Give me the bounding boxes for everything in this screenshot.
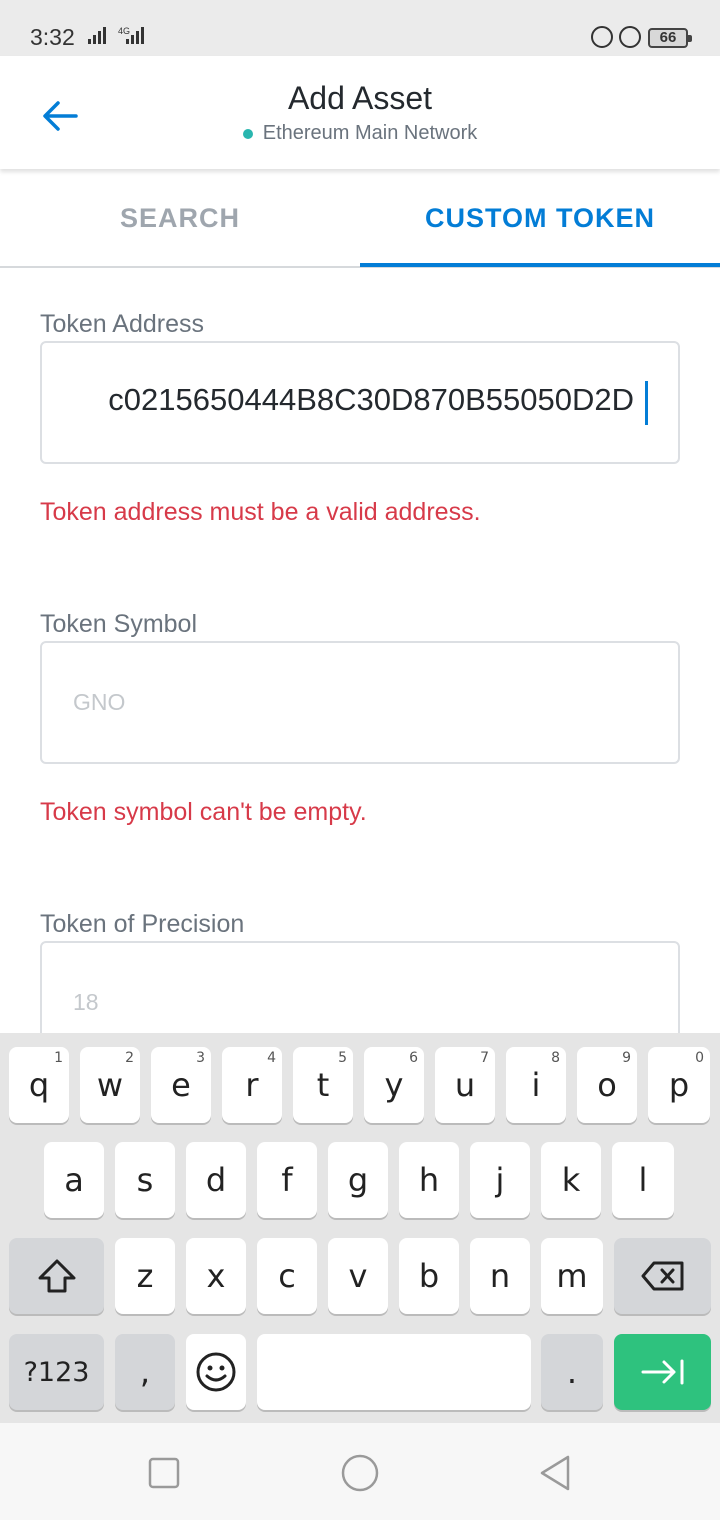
key-p[interactable]: p0: [648, 1047, 710, 1123]
key-v[interactable]: v: [328, 1238, 388, 1314]
key-s[interactable]: s: [115, 1142, 175, 1218]
tab-bar: SEARCH CUSTOM TOKEN: [0, 169, 720, 268]
lock-rotation-icon: [591, 26, 613, 48]
key-hint: 0: [695, 1050, 704, 1066]
battery-icon: 66: [648, 28, 692, 48]
network-indicator: Ethereum Main Network: [0, 122, 720, 145]
token-address-field[interactable]: c0215650444B8C30D870B55050D2D: [40, 341, 680, 464]
tab-search[interactable]: SEARCH: [0, 169, 360, 268]
key-label: t: [316, 1066, 330, 1104]
token-precision-label: Token of Precision: [40, 910, 245, 938]
network-status-dot: [242, 128, 253, 139]
key-o[interactable]: o9: [577, 1047, 637, 1123]
status-bar: 3:32 4G 66: [0, 0, 720, 56]
key-x[interactable]: x: [186, 1238, 246, 1314]
key-b[interactable]: b: [399, 1238, 459, 1314]
key-label: u: [454, 1066, 476, 1104]
key-k[interactable]: k: [541, 1142, 601, 1218]
emoji-key[interactable]: [186, 1334, 246, 1410]
key-label: p: [668, 1066, 690, 1104]
key-label: o: [597, 1066, 617, 1104]
key-hint: 2: [125, 1050, 134, 1066]
triangle-back-icon: [540, 1455, 570, 1491]
key-t[interactable]: t5: [293, 1047, 353, 1123]
key-y[interactable]: y6: [364, 1047, 424, 1123]
key-label: r: [245, 1066, 259, 1104]
shift-key[interactable]: [9, 1238, 104, 1314]
token-precision-placeholder: 18: [73, 989, 99, 1015]
key-hint: 9: [622, 1050, 631, 1066]
key-label: w: [96, 1066, 124, 1104]
token-symbol-field[interactable]: GNO: [40, 641, 680, 764]
tab-custom-token[interactable]: CUSTOM TOKEN: [360, 169, 720, 268]
signal-icon: [88, 24, 106, 44]
key-n[interactable]: n: [470, 1238, 530, 1314]
active-tab-indicator: [360, 263, 720, 267]
shift-icon: [38, 1259, 75, 1293]
backspace-icon: [641, 1261, 683, 1291]
backspace-key[interactable]: [614, 1238, 711, 1314]
key-label: i: [531, 1066, 541, 1104]
token-symbol-error: Token symbol can't be empty.: [40, 798, 367, 826]
token-address-error: Token address must be a valid address.: [40, 498, 481, 526]
key-hint: 7: [480, 1050, 489, 1066]
text-cursor: [645, 381, 648, 425]
comma-key[interactable]: ,: [115, 1334, 175, 1410]
alarm-icon: [619, 26, 641, 48]
soft-keyboard: q1 w2 e3 r4 t5 y6 u7 i8 o9 p0 a s d f g …: [0, 1033, 720, 1423]
key-w[interactable]: w2: [80, 1047, 140, 1123]
key-j[interactable]: j: [470, 1142, 530, 1218]
key-u[interactable]: u7: [435, 1047, 495, 1123]
period-key[interactable]: .: [541, 1334, 603, 1410]
key-hint: 5: [338, 1050, 347, 1066]
circle-icon: [341, 1454, 379, 1492]
key-label: e: [171, 1066, 191, 1104]
space-key[interactable]: [257, 1334, 531, 1410]
symbols-key[interactable]: ?123: [9, 1334, 104, 1410]
token-address-value: c0215650444B8C30D870B55050D2D: [108, 382, 634, 417]
key-hint: 4: [267, 1050, 276, 1066]
app-header: Add Asset Ethereum Main Network: [0, 56, 720, 169]
key-f[interactable]: f: [257, 1142, 317, 1218]
token-symbol-label: Token Symbol: [40, 610, 198, 638]
system-nav-bar: [0, 1423, 720, 1520]
key-d[interactable]: d: [186, 1142, 246, 1218]
key-a[interactable]: a: [44, 1142, 104, 1218]
token-address-label: Token Address: [40, 310, 204, 338]
home-button[interactable]: [340, 1453, 380, 1493]
key-c[interactable]: c: [257, 1238, 317, 1314]
key-r[interactable]: r4: [222, 1047, 282, 1123]
enter-key[interactable]: [614, 1334, 711, 1410]
signal-icon-2: [126, 24, 144, 44]
key-l[interactable]: l: [612, 1142, 674, 1218]
key-hint: 1: [54, 1050, 63, 1066]
page-title: Add Asset: [287, 80, 433, 116]
key-hint: 3: [196, 1050, 205, 1066]
status-time: 3:32: [30, 24, 75, 50]
key-label: q: [28, 1066, 50, 1104]
enter-icon: [641, 1359, 683, 1385]
key-label: y: [384, 1066, 404, 1104]
square-icon: [148, 1457, 180, 1489]
key-g[interactable]: g: [328, 1142, 388, 1218]
key-h[interactable]: h: [399, 1142, 459, 1218]
back-nav-button[interactable]: [536, 1453, 576, 1493]
key-z[interactable]: z: [115, 1238, 175, 1314]
key-hint: 8: [551, 1050, 560, 1066]
key-i[interactable]: i8: [506, 1047, 566, 1123]
key-e[interactable]: e3: [151, 1047, 211, 1123]
emoji-icon: [196, 1352, 236, 1392]
network-name: Ethereum Main Network: [262, 122, 478, 144]
token-symbol-placeholder: GNO: [73, 689, 126, 715]
key-q[interactable]: q1: [9, 1047, 69, 1123]
key-m[interactable]: m: [541, 1238, 603, 1314]
recent-apps-button[interactable]: [144, 1453, 184, 1493]
key-hint: 6: [409, 1050, 418, 1066]
